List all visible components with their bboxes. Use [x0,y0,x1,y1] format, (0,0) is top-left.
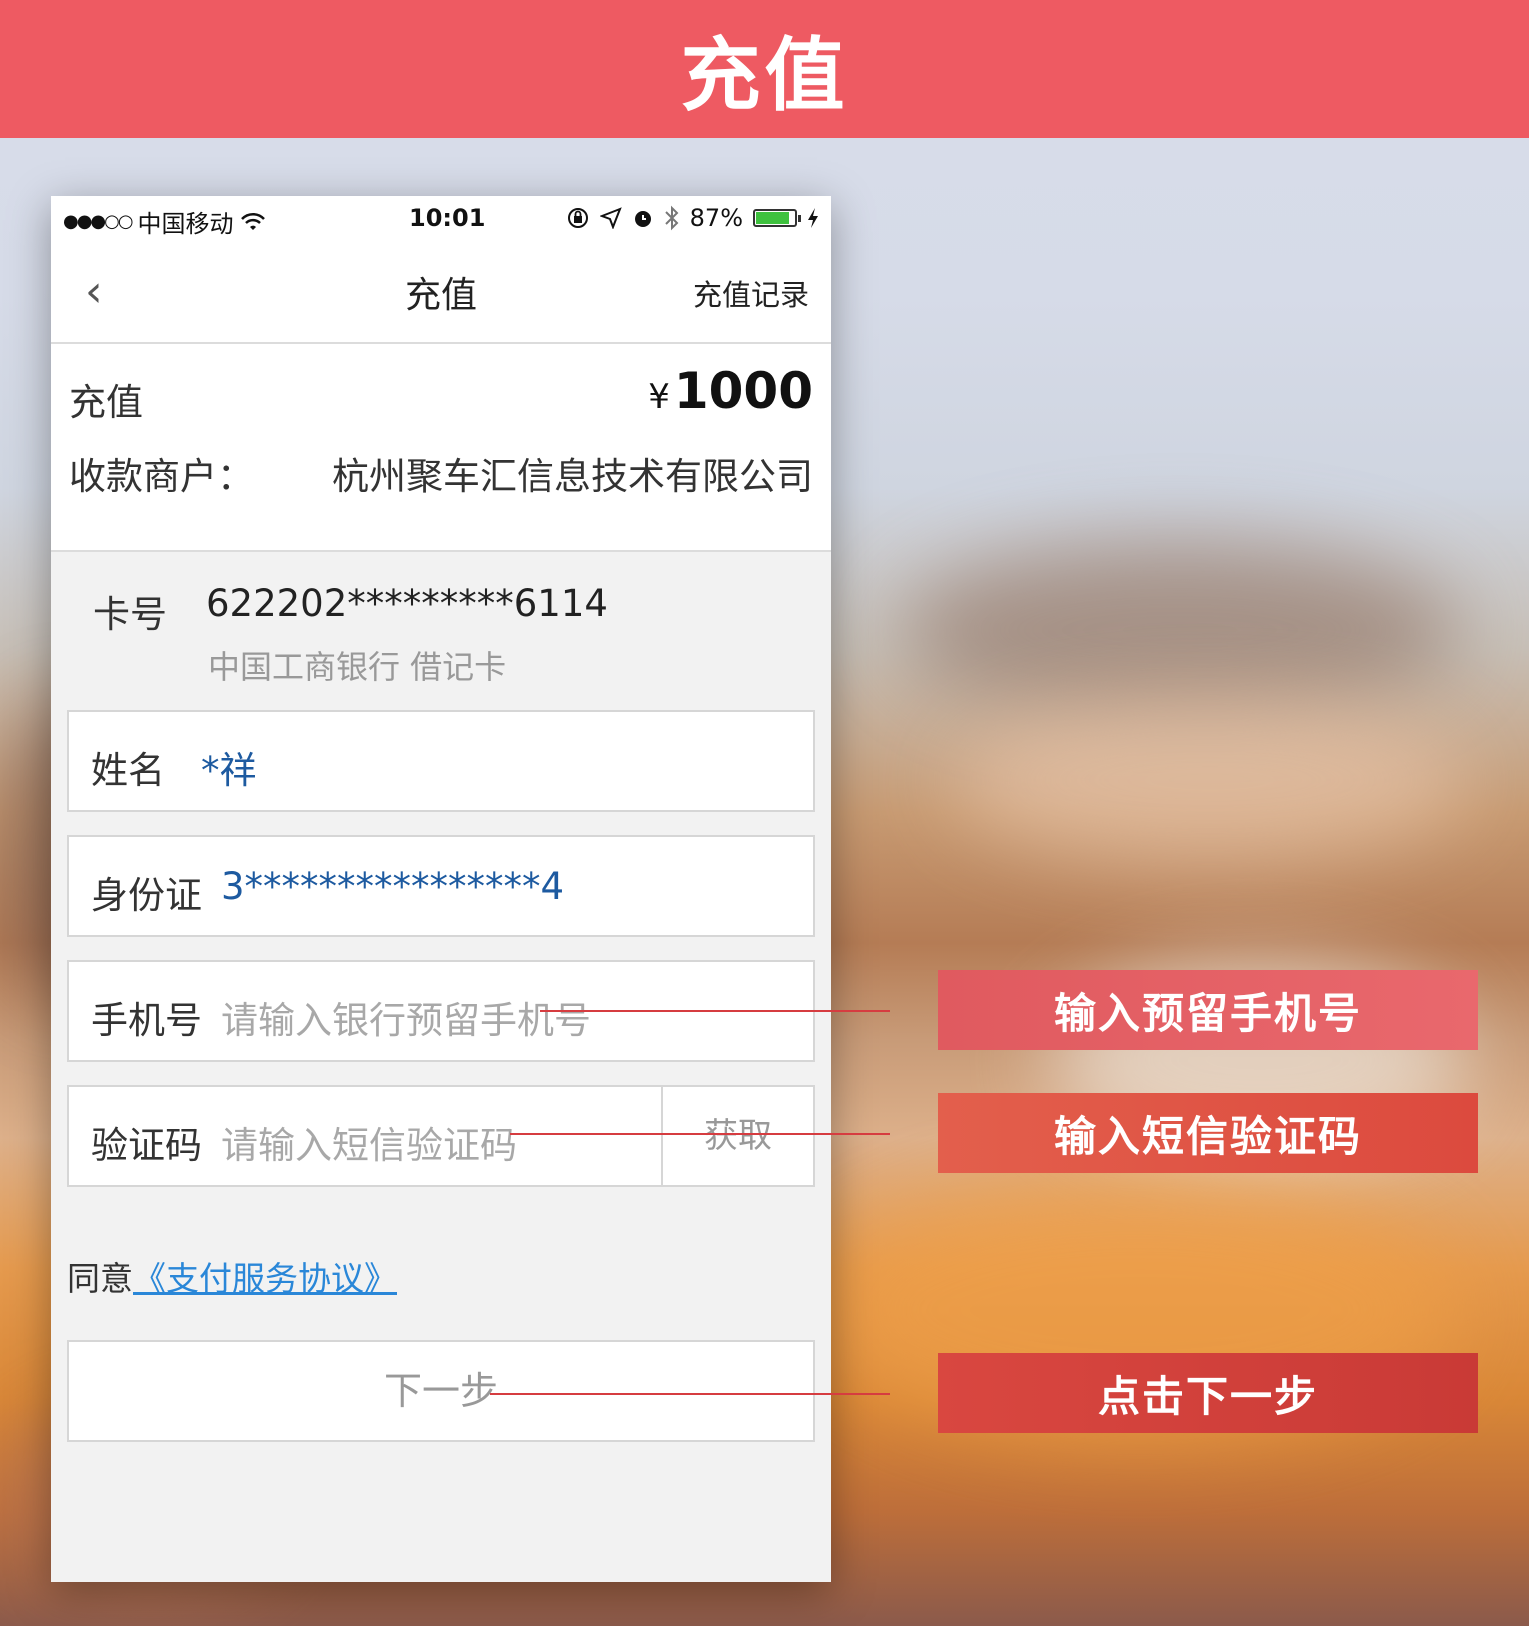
card-bank-type: 中国工商银行 借记卡 [208,648,507,686]
alarm-icon [634,211,651,227]
nav-bar: ‹ 充值 充值记录 [51,240,831,344]
id-card-value: 3****************4 [221,865,565,908]
verification-code-input[interactable]: 请输入短信验证码 [221,1115,517,1169]
charging-icon [808,208,818,228]
top-banner: 充值 [0,0,1529,138]
background-blob [900,540,1460,720]
banner-title: 充值 [680,29,849,122]
carrier-name: 中国移动 [137,210,234,238]
agreement-line: 同意《支付服务协议》 [67,1252,397,1300]
next-step-button[interactable]: 下一步 [67,1340,815,1442]
merchant-label: 收款商户： [69,455,254,498]
recharge-amount: ¥1000 [648,362,813,420]
recharge-history-link[interactable]: 充值记录 [693,272,809,314]
signal-strength-icon: ●●●○○ [63,211,134,232]
get-code-button[interactable]: 获取 [661,1087,813,1185]
rotation-lock-icon [567,208,588,228]
card-number: 622202*********6114 [206,582,608,625]
verification-code-label: 验证码 [91,1124,202,1167]
id-card-field[interactable]: 身份证 3****************4 [67,835,815,937]
card-info: 卡号 622202*********6114 中国工商银行 借记卡 [51,552,831,702]
callout-phone: 输入预留手机号 [938,970,1478,1050]
phone-input[interactable]: 请输入银行预留手机号 [221,990,591,1044]
payment-summary: 充值 ¥1000 收款商户： 杭州聚车汇信息技术有限公司 [51,344,831,552]
amount-value: 1000 [673,362,813,420]
phone-screen: ●●●○○ 中国移动 10:01 87% ‹ 充值 充值记录 充值 ¥1000 … [51,196,831,1582]
callout-line-code [510,1133,890,1135]
callout-code-text: 输入短信验证码 [1053,1111,1362,1161]
status-bar: ●●●○○ 中国移动 10:01 87% [51,196,831,240]
payment-agreement-link[interactable]: 《支付服务协议》 [133,1259,397,1298]
wifi-icon [240,212,265,230]
bluetooth-icon [664,205,679,231]
battery-icon [753,209,801,227]
name-value: *祥 [201,749,257,792]
verification-code-field[interactable]: 验证码 请输入短信验证码 获取 [67,1085,815,1187]
callout-next-text: 点击下一步 [1097,1371,1318,1421]
agreement-prefix: 同意 [67,1259,133,1298]
phone-label: 手机号 [91,999,202,1042]
callout-phone-text: 输入预留手机号 [1053,988,1362,1038]
carrier-info: ●●●○○ 中国移动 [63,204,266,239]
id-card-label: 身份证 [91,874,202,917]
callout-line-next [490,1393,890,1395]
callout-next: 点击下一步 [938,1353,1478,1433]
callout-code: 输入短信验证码 [938,1093,1478,1173]
background-blob [950,700,1470,860]
callout-line-phone [540,1010,890,1012]
location-icon [599,207,622,229]
status-time: 10:01 [409,204,486,232]
name-label: 姓名 [91,749,165,792]
recharge-label: 充值 [69,381,143,424]
currency-symbol: ¥ [648,377,670,417]
card-number-label: 卡号 [93,593,167,636]
name-field[interactable]: 姓名 *祥 [67,710,815,812]
status-right: 87% [566,204,819,232]
merchant-name: 杭州聚车汇信息技术有限公司 [332,455,813,498]
battery-percent: 87% [689,204,743,232]
